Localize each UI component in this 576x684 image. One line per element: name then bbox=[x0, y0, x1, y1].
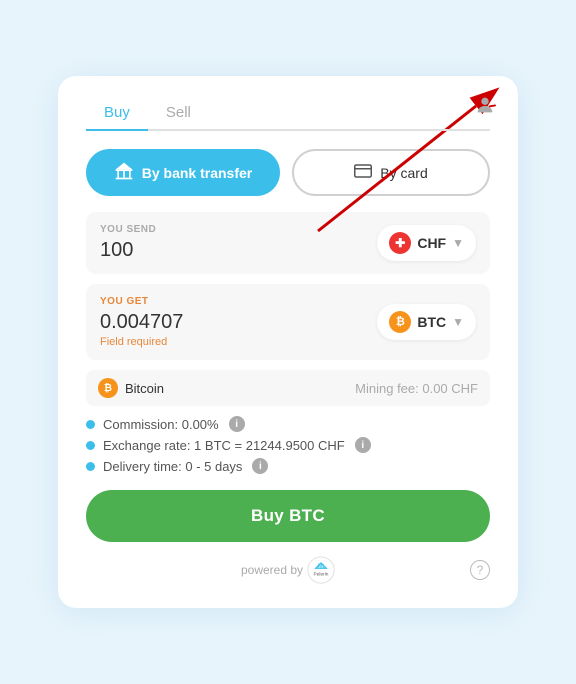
payment-buttons: By bank transfer By card bbox=[86, 149, 490, 196]
get-section: YOU GET 0.004707 Field required ₿ BTC ▼ bbox=[86, 284, 490, 360]
commission-info-icon[interactable]: i bbox=[229, 416, 245, 432]
details-list: Commission: 0.00% i Exchange rate: 1 BTC… bbox=[86, 416, 490, 474]
detail-exchange-rate: Exchange rate: 1 BTC = 21244.9500 CHF i bbox=[86, 437, 490, 453]
svg-text:Pelerin: Pelerin bbox=[314, 571, 329, 577]
main-card: Buy Sell By bank transfer bbox=[58, 76, 518, 608]
tabs-container: Buy Sell bbox=[86, 96, 490, 131]
dot-icon bbox=[86, 420, 95, 429]
tab-buy[interactable]: Buy bbox=[86, 96, 148, 131]
bitcoin-icon: ₿ bbox=[98, 378, 118, 398]
mining-fee-text: Mining fee: 0.00 CHF bbox=[355, 381, 478, 396]
tab-sell[interactable]: Sell bbox=[148, 96, 209, 131]
get-left: YOU GET 0.004707 Field required bbox=[100, 296, 183, 348]
send-currency: CHF bbox=[417, 235, 446, 251]
chf-flag-icon: ✚ bbox=[389, 232, 411, 254]
mt-pelerin-logo: Mt Pelerin bbox=[307, 556, 335, 584]
send-section: YOU SEND 100 ✚ CHF ▼ bbox=[86, 212, 490, 274]
delivery-time-info-icon[interactable]: i bbox=[252, 458, 268, 474]
card-button[interactable]: By card bbox=[292, 149, 490, 196]
delivery-time-text: Delivery time: 0 - 5 days bbox=[103, 459, 242, 474]
bank-icon bbox=[114, 161, 134, 184]
exchange-rate-text: Exchange rate: 1 BTC = 21244.9500 CHF bbox=[103, 438, 345, 453]
send-chevron-icon: ▼ bbox=[452, 236, 464, 250]
get-value: 0.004707 bbox=[100, 311, 183, 334]
footer: powered by Mt Pelerin ? bbox=[86, 556, 490, 584]
send-label: YOU SEND bbox=[100, 224, 156, 235]
detail-delivery-time: Delivery time: 0 - 5 days i bbox=[86, 458, 490, 474]
send-value: 100 bbox=[100, 239, 156, 262]
card-icon bbox=[354, 164, 372, 181]
exchange-rate-info-icon[interactable]: i bbox=[355, 437, 371, 453]
get-chevron-icon: ▼ bbox=[452, 315, 464, 329]
send-currency-selector[interactable]: ✚ CHF ▼ bbox=[377, 225, 476, 261]
coin-badge: ₿ Bitcoin bbox=[98, 378, 164, 398]
get-currency: BTC bbox=[417, 314, 446, 330]
mt-pelerin-brand: Mt Pelerin bbox=[307, 556, 335, 584]
send-left: YOU SEND 100 bbox=[100, 224, 156, 262]
buy-button[interactable]: Buy BTC bbox=[86, 490, 490, 542]
help-icon[interactable]: ? bbox=[470, 560, 490, 580]
detail-commission: Commission: 0.00% i bbox=[86, 416, 490, 432]
field-required-text: Field required bbox=[100, 336, 183, 348]
commission-text: Commission: 0.00% bbox=[103, 417, 219, 432]
dot-icon-2 bbox=[86, 441, 95, 450]
get-label: YOU GET bbox=[100, 296, 183, 307]
dot-icon-3 bbox=[86, 462, 95, 471]
card-label: By card bbox=[380, 165, 427, 181]
powered-by-text: powered by bbox=[241, 563, 303, 577]
coin-name: Bitcoin bbox=[125, 381, 164, 396]
bank-transfer-label: By bank transfer bbox=[142, 165, 252, 181]
coin-info-row: ₿ Bitcoin Mining fee: 0.00 CHF bbox=[86, 370, 490, 406]
btc-flag-icon: ₿ bbox=[389, 311, 411, 333]
bank-transfer-button[interactable]: By bank transfer bbox=[86, 149, 280, 196]
get-currency-selector[interactable]: ₿ BTC ▼ bbox=[377, 304, 476, 340]
